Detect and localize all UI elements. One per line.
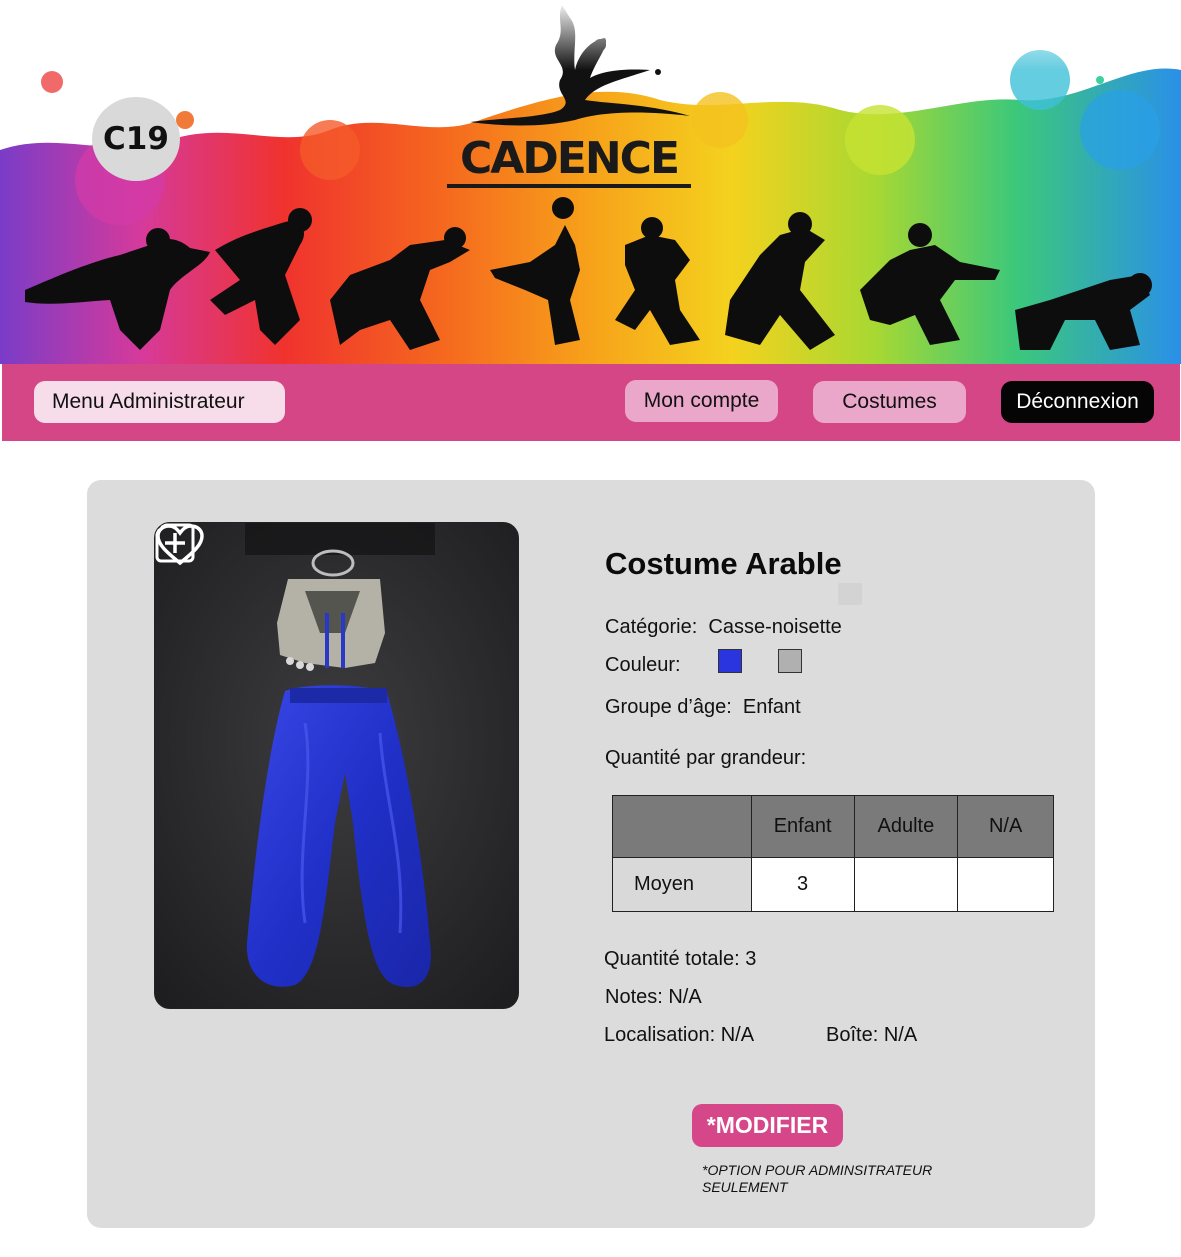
cell-adult	[853, 857, 959, 912]
age-group-value: Enfant	[742, 696, 801, 718]
location: Localisation: N/A	[604, 1024, 755, 1046]
top-navbar: Menu Administrateur Mon compte Costumes …	[2, 364, 1180, 441]
logout-button[interactable]: Déconnexion	[1001, 381, 1154, 423]
category-value: Casse-noisette	[708, 616, 842, 638]
age-group-label: Groupe d’âge:	[605, 696, 732, 718]
cell-na	[957, 857, 1054, 912]
my-account-button[interactable]: Mon compte	[625, 380, 778, 422]
brand-logo: CADENCE	[459, 133, 680, 184]
size-quantity-table: Enfant Adulte N/A Moyen 3	[612, 795, 1054, 912]
room-badge: C19	[92, 97, 180, 181]
header-banner: C19 CADENCE	[0, 0, 1181, 364]
color-label: Couleur:	[605, 654, 681, 676]
placeholder-box	[838, 583, 862, 605]
notes: Notes: N/A	[605, 986, 702, 1008]
table-header-na: N/A	[957, 795, 1054, 858]
category-label: Catégorie:	[605, 616, 698, 638]
color-swatch-blue	[718, 649, 742, 673]
category-row: Catégorie: Casse-noisette	[605, 616, 842, 639]
cell-child: 3	[750, 857, 855, 912]
total-quantity: Quantité totale: 3	[604, 948, 757, 970]
costume-photo	[154, 522, 519, 1009]
costume-image	[155, 523, 518, 1008]
table-header-adult: Adulte	[853, 795, 959, 858]
row-size-label: Moyen	[612, 857, 752, 912]
table-header-child: Enfant	[750, 795, 855, 858]
box: Boîte: N/A	[826, 1024, 918, 1046]
costumes-button[interactable]: Costumes	[813, 381, 966, 423]
table-header-empty	[612, 795, 752, 858]
brand-underline	[447, 184, 691, 188]
quantity-by-size-label: Quantité par grandeur:	[605, 747, 807, 769]
age-group-row: Groupe d’âge: Enfant	[605, 696, 801, 719]
admin-only-note: *OPTION POUR ADMINSITRATEUR SEULEMENT	[702, 1162, 933, 1195]
admin-menu-button[interactable]: Menu Administrateur	[34, 381, 285, 423]
costume-title: Costume Arable	[605, 546, 842, 581]
heart-icon[interactable]	[155, 523, 205, 567]
color-swatch-gray	[778, 649, 802, 673]
costume-detail-card: Costume Arable Catégorie: Casse-noisette…	[87, 480, 1095, 1228]
modify-button[interactable]: *MODIFIER	[692, 1104, 843, 1147]
table-row: Moyen 3	[612, 857, 1054, 912]
